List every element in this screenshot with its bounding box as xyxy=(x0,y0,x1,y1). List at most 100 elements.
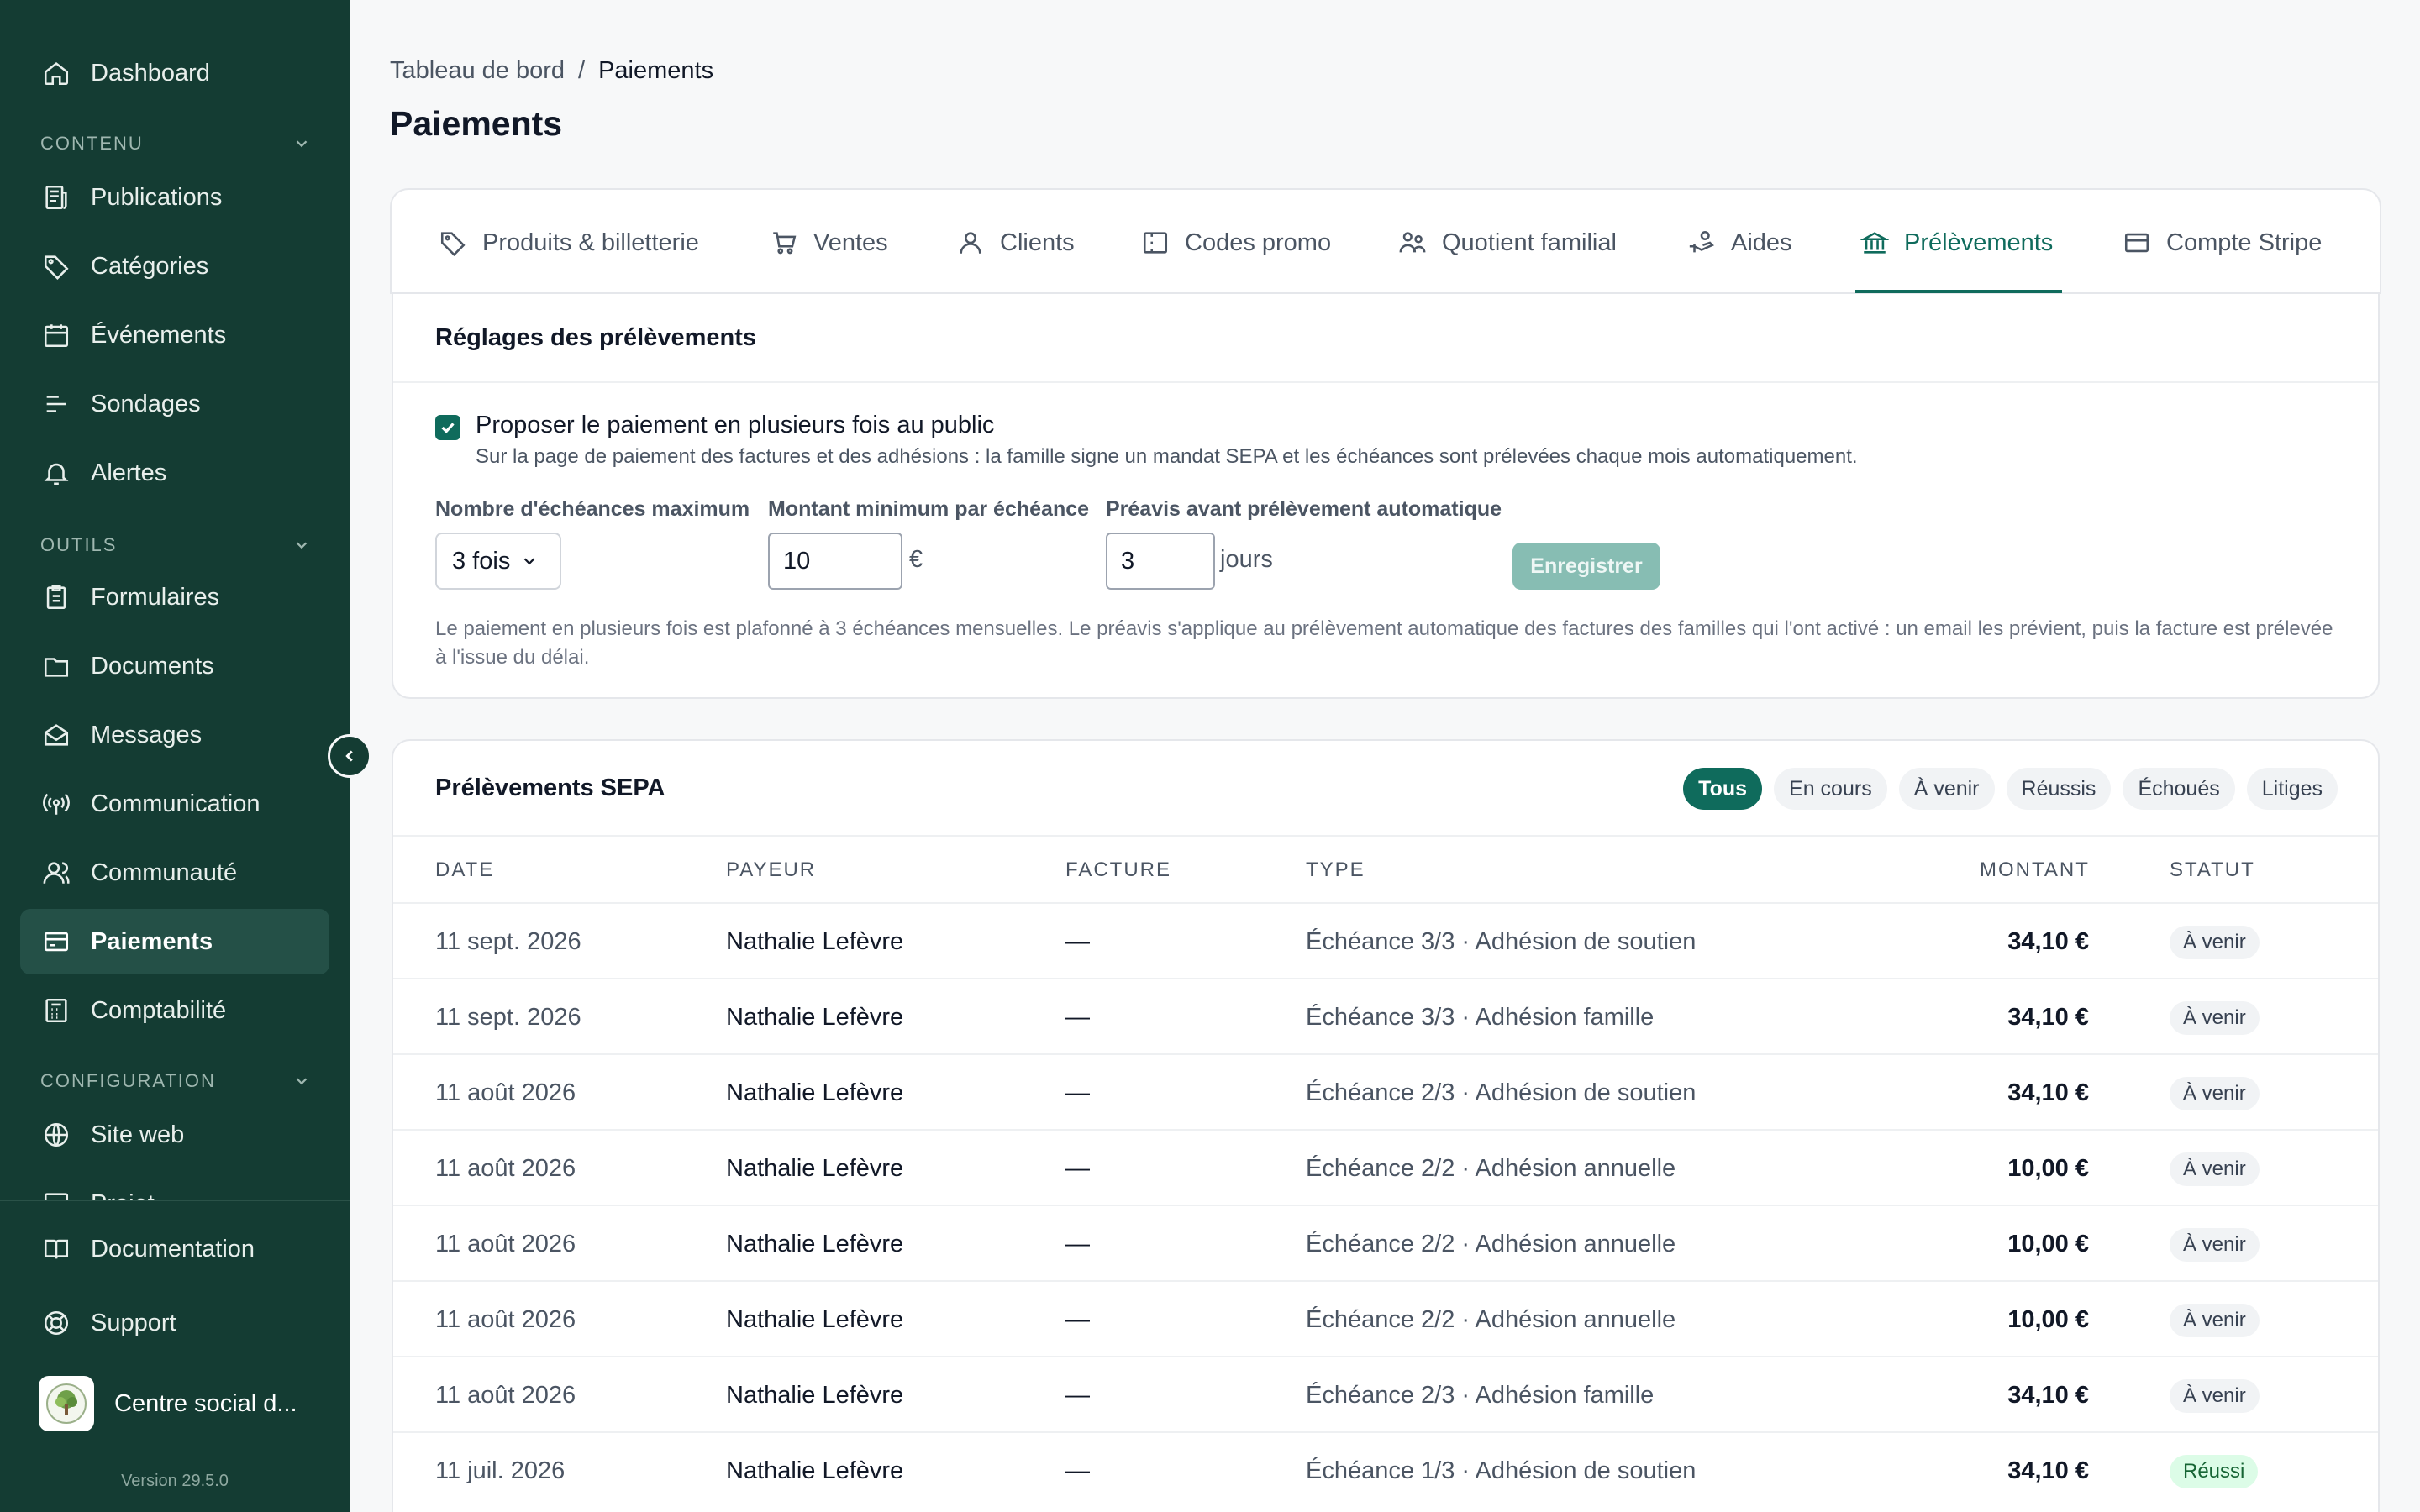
status-badge: À venir xyxy=(2170,1304,2260,1337)
column-header-payer[interactable]: PAYEUR xyxy=(726,858,816,882)
sidebar-section-content[interactable]: CONTENU xyxy=(40,133,311,155)
cell-invoice: — xyxy=(1065,1381,1090,1409)
tab-stripe-account[interactable]: Compte Stripe xyxy=(2123,190,2322,296)
chevron-down-icon xyxy=(296,1078,308,1085)
save-button[interactable]: Enregistrer xyxy=(1512,543,1660,590)
collapse-sidebar-button[interactable] xyxy=(328,734,371,778)
sidebar-item-payments[interactable]: Paiements xyxy=(20,909,329,974)
column-header-date[interactable]: DATE xyxy=(435,858,494,882)
cell-type: Échéance 2/3 · Adhésion de soutien xyxy=(1306,1079,1697,1106)
sidebar-item-project[interactable]: Projet xyxy=(20,1171,329,1200)
sepa-header-divider xyxy=(393,835,2378,837)
sidebar-item-documents[interactable]: Documents xyxy=(20,633,329,699)
sidebar-item-label: Documents xyxy=(91,652,214,680)
table-row[interactable]: 11 août 2026 Nathalie Lefèvre — Échéance 2/… xyxy=(393,1205,2378,1280)
filter-all[interactable]: Tous xyxy=(1683,768,1763,810)
currency-unit: € xyxy=(909,546,923,573)
tab-label: Ventes xyxy=(813,228,888,256)
cell-date: 11 sept. 2026 xyxy=(435,927,581,955)
sidebar-item-label: Publications xyxy=(91,183,223,211)
tab-sales[interactable]: Ventes xyxy=(770,190,888,296)
tab-label: Produits & billetterie xyxy=(482,228,699,256)
sidebar-section-config[interactable]: CONFIGURATION xyxy=(40,1070,311,1092)
organization-name: Centre social d... xyxy=(114,1389,297,1417)
table-row[interactable]: 11 sept. 2026 Nathalie Lefèvre — Échéance 3… xyxy=(393,978,2378,1053)
clipboard-icon xyxy=(46,585,66,610)
status-badge: À venir xyxy=(2170,1379,2260,1413)
tab-aids[interactable]: Aides xyxy=(1687,190,1792,296)
cell-date: 11 juil. 2026 xyxy=(435,1457,566,1484)
sidebar: Dashboard CONTENU Publications Catégorie… xyxy=(0,0,350,1512)
installments-checkbox-label[interactable]: Proposer le paiement en plusieurs fois a… xyxy=(476,412,994,439)
breadcrumb-root-link[interactable]: Tableau de bord xyxy=(390,57,565,85)
sidebar-item-label: Paiements xyxy=(91,927,213,955)
table-row[interactable]: 11 août 2026 Nathalie Lefèvre — Échéance 2/… xyxy=(393,1280,2378,1356)
filter-in-progress[interactable]: En cours xyxy=(1774,768,1887,810)
cell-type: Échéance 2/3 · Adhésion famille xyxy=(1306,1381,1655,1409)
cell-amount: 34,10 € xyxy=(2007,1457,2089,1484)
sidebar-item-categories[interactable]: Catégories xyxy=(20,234,329,299)
sidebar-item-support[interactable]: Support xyxy=(20,1290,329,1356)
filter-disputes[interactable]: Litiges xyxy=(2246,768,2338,810)
installments-checkbox[interactable] xyxy=(435,415,460,440)
sidebar-divider xyxy=(0,1200,350,1201)
column-header-type[interactable]: TYPE xyxy=(1306,858,1365,882)
cart-icon xyxy=(773,232,797,255)
column-header-invoice[interactable]: FACTURE xyxy=(1065,858,1171,882)
filter-succeeded[interactable]: Réussis xyxy=(2006,768,2112,810)
cell-type: Échéance 1/3 · Adhésion de soutien xyxy=(1306,1457,1697,1484)
tree-logo-icon xyxy=(46,1383,87,1424)
min-amount-input[interactable] xyxy=(768,533,902,590)
cell-type: Échéance 2/2 · Adhésion annuelle xyxy=(1306,1154,1676,1182)
sidebar-item-community[interactable]: Communauté xyxy=(20,840,329,906)
table-row[interactable]: 11 août 2026 Nathalie Lefèvre — Échéance 2/… xyxy=(393,1053,2378,1129)
cell-type: Échéance 2/2 · Adhésion annuelle xyxy=(1306,1230,1676,1257)
filter-upcoming[interactable]: À venir xyxy=(1898,768,1995,810)
breadcrumb: Tableau de bord / Paiements xyxy=(390,57,713,85)
sidebar-item-messages[interactable]: Messages xyxy=(20,702,329,768)
table-row[interactable]: 11 août 2026 Nathalie Lefèvre — Échéance 2/… xyxy=(393,1129,2378,1205)
sidebar-item-events[interactable]: Événements xyxy=(20,302,329,368)
organization-switcher[interactable]: Centre social d... xyxy=(39,1376,324,1431)
notice-days-input[interactable] xyxy=(1106,533,1215,590)
sidebar-item-forms[interactable]: Formulaires xyxy=(20,564,329,630)
tab-label: Clients xyxy=(1000,228,1075,256)
cell-invoice: — xyxy=(1065,1457,1090,1484)
sidebar-item-documentation[interactable]: Documentation xyxy=(20,1216,329,1282)
sidebar-item-dashboard[interactable]: Dashboard xyxy=(20,40,329,106)
column-header-amount[interactable]: MONTANT xyxy=(1980,858,2090,882)
sidebar-item-polls[interactable]: Sondages xyxy=(20,371,329,437)
sidebar-item-publications[interactable]: Publications xyxy=(20,165,329,230)
table-row[interactable]: 11 sept. 2026 Nathalie Lefèvre — Échéance 3… xyxy=(393,902,2378,978)
tab-direct-debits[interactable]: Prélèvements xyxy=(1860,190,2053,296)
notice-label: Préavis avant prélèvement automatique xyxy=(1106,497,1502,521)
cell-payer: Nathalie Lefèvre xyxy=(726,1003,904,1031)
cell-invoice: — xyxy=(1065,1154,1090,1182)
tab-label: Quotient familial xyxy=(1442,228,1617,256)
tab-family-quotient[interactable]: Quotient familial xyxy=(1398,190,1617,296)
sidebar-item-communication[interactable]: Communication xyxy=(20,771,329,837)
active-tab-indicator xyxy=(1855,290,2062,293)
check-icon xyxy=(441,423,455,433)
cell-date: 11 août 2026 xyxy=(435,1305,576,1333)
max-installments-select[interactable]: 3 fois xyxy=(435,533,561,590)
tab-promo-codes[interactable]: Codes promo xyxy=(1141,190,1331,296)
sidebar-section-tools[interactable]: OUTILS xyxy=(40,534,311,556)
min-amount-label: Montant minimum par échéance xyxy=(768,497,1090,521)
filter-failed[interactable]: Échoués xyxy=(2123,768,2235,810)
chevron-down-icon xyxy=(296,542,308,549)
sidebar-item-alerts[interactable]: Alertes xyxy=(20,440,329,506)
table-row[interactable]: 11 juil. 2026 Nathalie Lefèvre — Échéance 1… xyxy=(393,1431,2378,1507)
tab-products-ticketing[interactable]: Produits & billetterie xyxy=(439,190,699,296)
tab-clients[interactable]: Clients xyxy=(956,190,1075,296)
column-header-status[interactable]: STATUT xyxy=(2170,858,2255,882)
sidebar-item-website[interactable]: Site web xyxy=(20,1102,329,1168)
cell-date: 11 août 2026 xyxy=(435,1230,576,1257)
table-row[interactable]: 11 août 2026 Nathalie Lefèvre — Échéance 2/… xyxy=(393,1356,2378,1431)
sidebar-item-accounting[interactable]: Comptabilité xyxy=(20,978,329,1043)
sidebar-item-label: Projet xyxy=(91,1190,155,1200)
select-value: 3 fois xyxy=(452,547,511,575)
sidebar-nav[interactable]: Dashboard CONTENU Publications Catégorie… xyxy=(0,0,350,1200)
cell-payer: Nathalie Lefèvre xyxy=(726,1154,904,1182)
bell-icon xyxy=(44,463,69,486)
